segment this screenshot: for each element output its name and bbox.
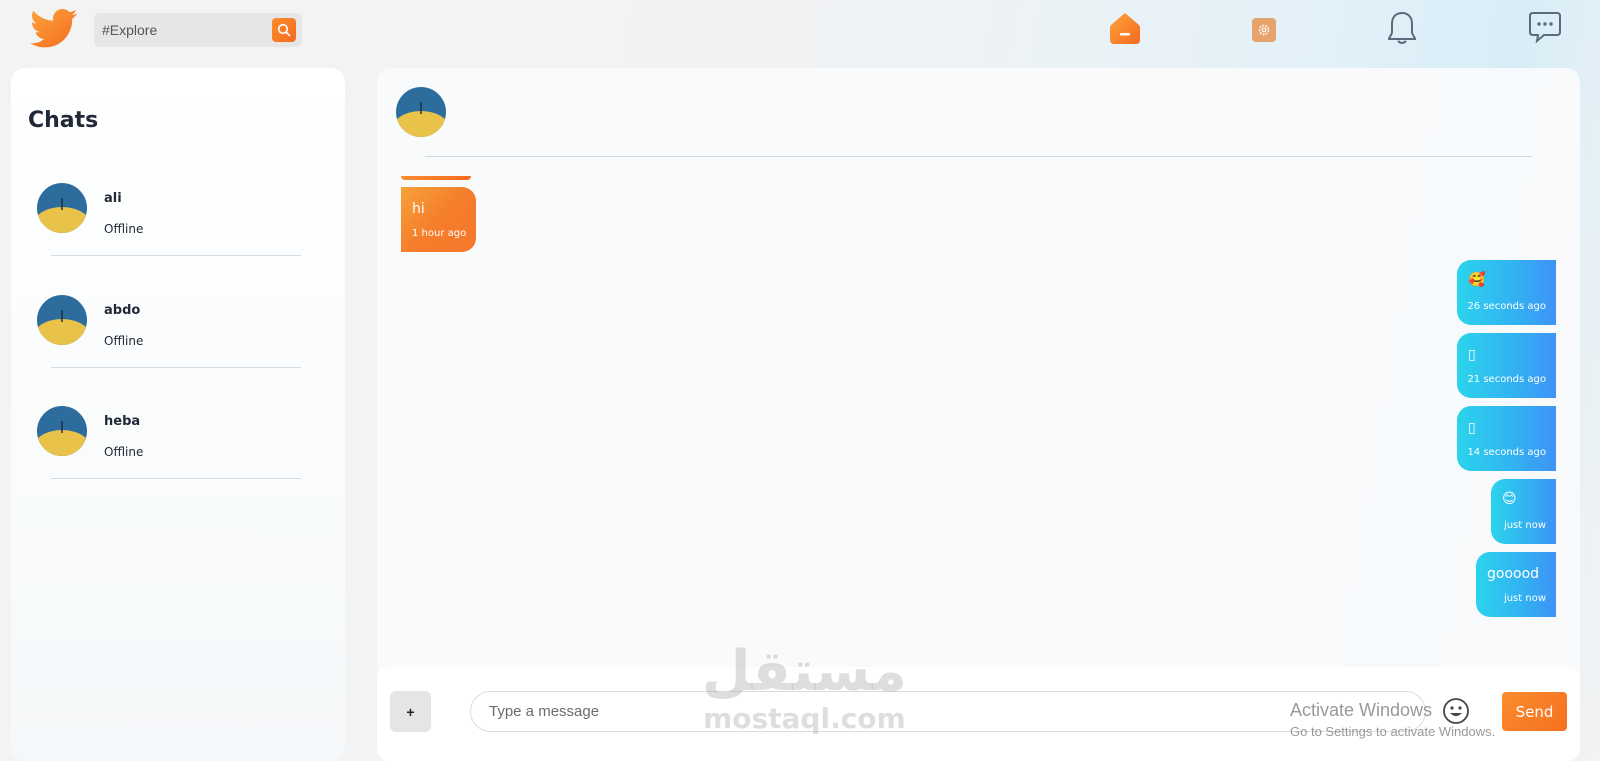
chat-item-name: heba: [104, 414, 141, 429]
nav-home-button[interactable]: [1110, 12, 1140, 44]
message-bubble-outgoing[interactable]: 🥰 26 seconds ago: [1457, 260, 1556, 325]
chat-item-ali[interactable]: ali Offline: [11, 183, 345, 295]
chat-item-name: ali: [104, 191, 122, 206]
message-text: 😊: [1502, 491, 1517, 507]
message-time: 1 hour ago: [412, 228, 467, 239]
message-time: 21 seconds ago: [1467, 374, 1546, 385]
message-bubble-outgoing[interactable]: 😊 just now: [1491, 479, 1556, 544]
message-bubble-edge: [401, 176, 471, 180]
chat-item-abdo[interactable]: abdo Offline: [11, 295, 345, 407]
search-icon: [277, 23, 291, 37]
attach-button[interactable]: +: [390, 691, 431, 732]
avatar: [37, 183, 87, 233]
chat-item-status: Offline: [104, 445, 144, 459]
header-divider: [425, 156, 1532, 157]
send-button[interactable]: Send: [1502, 692, 1567, 731]
home-icon: [1110, 13, 1140, 44]
message-input[interactable]: [470, 691, 1426, 732]
search-box: [94, 13, 302, 47]
divider: [51, 255, 301, 256]
message-text: hi: [412, 201, 425, 217]
divider: [51, 478, 301, 479]
conversation-panel: hi 1 hour ago 🥰 26 seconds ago ▯ 21 seco…: [377, 68, 1580, 761]
message-text: gooood: [1487, 566, 1540, 582]
message-bubble-outgoing[interactable]: ▯ 14 seconds ago: [1457, 406, 1556, 471]
chats-sidebar: Chats ali Offline abdo Offline heba Offl…: [11, 68, 345, 761]
message-text: ▯: [1468, 347, 1476, 363]
message-time: just now: [1503, 593, 1546, 604]
chat-item-name: abdo: [104, 303, 141, 318]
bell-icon[interactable]: [1386, 10, 1418, 46]
activation-title: Activate Windows: [1290, 700, 1433, 720]
chat-item-heba[interactable]: heba Offline: [11, 406, 345, 518]
top-bar: [0, 0, 1600, 60]
sidebar-title: Chats: [28, 108, 99, 133]
message-bubble-incoming[interactable]: hi 1 hour ago: [401, 187, 476, 252]
avatar: [37, 406, 87, 456]
settings-icon: [1258, 24, 1270, 36]
message-time: just now: [1503, 520, 1546, 531]
windows-activation-notice: Activate Windows Go to Settings to activ…: [1290, 700, 1495, 739]
avatar: [37, 295, 87, 345]
message-time: 14 seconds ago: [1467, 447, 1546, 458]
chat-item-status: Offline: [104, 334, 144, 348]
chat-bubble-icon[interactable]: [1528, 10, 1562, 44]
search-button[interactable]: [272, 18, 296, 42]
watermark-arabic: مستقل: [702, 639, 907, 704]
activation-subtitle: Go to Settings to activate Windows.: [1290, 724, 1496, 739]
message-time: 26 seconds ago: [1467, 301, 1546, 312]
chat-item-status: Offline: [104, 222, 144, 236]
message-text: ▯: [1468, 420, 1476, 436]
twitter-bird-icon[interactable]: [30, 8, 78, 50]
message-bubble-outgoing[interactable]: gooood just now: [1476, 552, 1556, 617]
message-bubble-outgoing[interactable]: ▯ 21 seconds ago: [1457, 333, 1556, 398]
watermark: مستقل mostaql.com: [702, 640, 907, 734]
watermark-latin: mostaql.com: [703, 702, 906, 735]
message-text: 🥰: [1468, 272, 1486, 288]
divider: [51, 367, 301, 368]
search-input[interactable]: [102, 22, 262, 38]
conversation-avatar[interactable]: [396, 87, 446, 137]
nav-settings-button[interactable]: [1252, 18, 1276, 42]
